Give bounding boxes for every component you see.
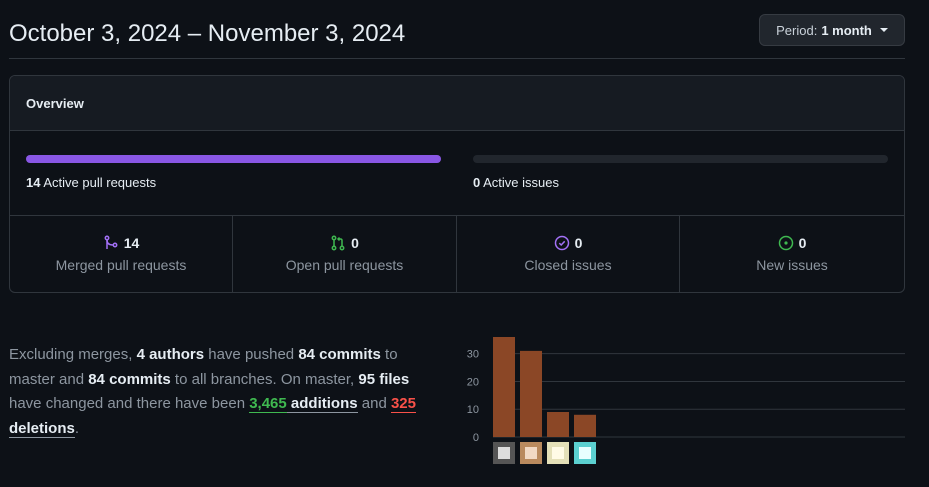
period-dropdown-button[interactable]: Period: 1 month	[759, 14, 905, 46]
additions-count: 3,465	[249, 395, 287, 413]
open-pr-count: 0	[351, 235, 359, 251]
master-commits: 84 commits	[298, 346, 381, 363]
summary-text: have changed and there have been	[9, 395, 250, 412]
y-tick-label: 10	[467, 404, 479, 416]
deletions-label: deletions	[9, 419, 75, 437]
author-avatar-detail	[552, 447, 564, 459]
stats-row: 14 Merged pull requests 0 Open pull requ…	[10, 216, 904, 292]
summary-text: have pushed	[204, 346, 299, 363]
closed-issues-stat[interactable]: 0 Closed issues	[457, 216, 680, 292]
pull-requests-bar[interactable]	[26, 155, 441, 163]
date-range-title: October 3, 2024 – November 3, 2024	[9, 20, 406, 47]
closed-issues-label: Closed issues	[524, 257, 612, 273]
merged-pull-requests-stat[interactable]: 14 Merged pull requests	[10, 216, 233, 292]
author-avatar-detail	[579, 447, 591, 459]
period-label: Period:	[776, 22, 818, 38]
author-commit-bar[interactable]	[520, 350, 542, 437]
new-issues-stat[interactable]: 0 New issues	[680, 216, 904, 292]
summary-text: to all branches. On master,	[170, 370, 359, 388]
commit-summary: Excluding merges, 4 authors have pushed …	[9, 343, 439, 441]
open-pr-icon	[330, 235, 346, 251]
active-issues-count: 0	[473, 175, 481, 190]
caret-down-icon	[879, 28, 888, 32]
closed-issues-count: 0	[574, 235, 583, 251]
author-commit-bar[interactable]	[493, 337, 515, 437]
activity-bars: 14 Active pull requests 0 Active issues	[10, 131, 904, 216]
new-issue-icon	[778, 235, 794, 251]
active-issues-label: Active issues	[483, 175, 560, 190]
files-changed: 95 files	[358, 370, 410, 388]
active-issues-link[interactable]: 0 Active issues	[473, 175, 559, 190]
additions-label: additions	[286, 395, 358, 412]
overview-panel: Overview 14 Active pull requests 0 Activ…	[9, 75, 905, 293]
active-pr-label: Active pull requests	[43, 175, 157, 190]
y-tick-label: 20	[467, 376, 479, 388]
all-branch-commits: 84 commits	[88, 370, 171, 388]
active-pr-count: 14	[26, 175, 41, 190]
open-pull-requests-stat[interactable]: 0 Open pull requests	[233, 216, 457, 292]
y-tick-label: 30	[467, 349, 479, 361]
merged-pr-icon	[103, 235, 119, 251]
overview-title: Overview	[10, 76, 904, 131]
closed-issue-icon	[554, 235, 570, 251]
authors-count: 4 authors	[136, 346, 205, 363]
author-avatar-detail	[498, 447, 510, 459]
author-avatar-detail	[525, 447, 537, 459]
deletions-count: 325	[390, 395, 416, 413]
period-value: 1 month	[821, 22, 872, 38]
page-header: October 3, 2024 – November 3, 2024 Perio…	[9, 0, 905, 59]
summary-text: Excluding merges,	[9, 346, 137, 363]
additions-link[interactable]: 3,465 additions	[249, 395, 358, 413]
pull-requests-bar-fill	[26, 155, 441, 163]
merged-pr-label: Merged pull requests	[55, 257, 187, 273]
new-issues-count: 0	[798, 235, 807, 251]
open-pr-label: Open pull requests	[285, 257, 404, 273]
active-pull-requests-link[interactable]: 14 Active pull requests	[26, 175, 156, 190]
new-issues-label: New issues	[756, 257, 828, 273]
summary-text: .	[74, 419, 80, 437]
summary-text: and	[357, 395, 391, 412]
merged-pr-count: 14	[123, 235, 140, 251]
author-commit-bar[interactable]	[547, 412, 569, 437]
issues-bar[interactable]	[473, 155, 888, 163]
contributors-commit-chart: 0 10 20 30	[467, 337, 905, 464]
author-commit-bar[interactable]	[574, 414, 596, 437]
y-tick-label: 0	[473, 432, 479, 444]
